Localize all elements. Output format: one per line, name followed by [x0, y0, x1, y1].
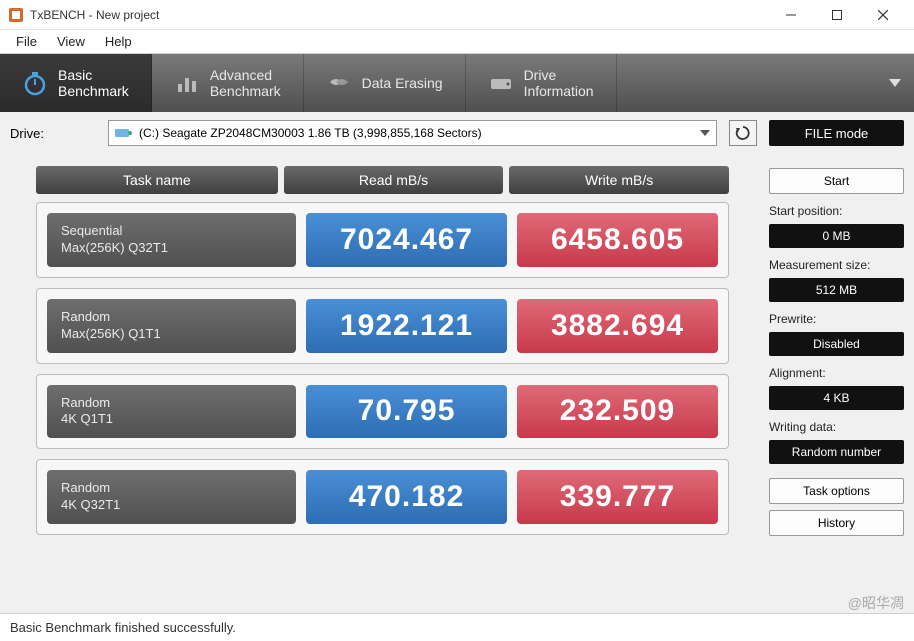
tab-label: Benchmark: [210, 83, 281, 99]
write-value: 232.509: [517, 385, 718, 439]
menu-file[interactable]: File: [6, 32, 47, 51]
tab-label: Advanced: [210, 67, 281, 83]
writing-data-value[interactable]: Random number: [769, 440, 904, 464]
drive-select[interactable]: (C:) Seagate ZP2048CM30003 1.86 TB (3,99…: [108, 120, 717, 146]
side-panel: Start Start position: 0 MB Measurement s…: [769, 166, 904, 545]
measurement-size-label: Measurement size:: [769, 254, 904, 272]
stopwatch-icon: [22, 70, 48, 96]
alignment-value[interactable]: 4 KB: [769, 386, 904, 410]
benchmark-table: Task name Read mB/s Write mB/s Sequentia…: [10, 166, 755, 545]
drive-icon: [115, 127, 133, 139]
start-position-value[interactable]: 0 MB: [769, 224, 904, 248]
drive-info-icon: [488, 70, 514, 96]
menu-help[interactable]: Help: [95, 32, 142, 51]
file-mode-button[interactable]: FILE mode: [769, 120, 904, 146]
menubar: File View Help: [0, 30, 914, 54]
tab-drive-information[interactable]: DriveInformation: [466, 54, 617, 112]
write-value: 339.777: [517, 470, 718, 524]
header-write: Write mB/s: [509, 166, 729, 194]
window-title: TxBENCH - New project: [30, 8, 768, 22]
benchmark-row: Random Max(256K) Q1T1 1922.121 3882.694: [36, 288, 729, 364]
tab-label: Information: [524, 83, 594, 99]
titlebar: TxBENCH - New project: [0, 0, 914, 30]
chevron-down-icon: [700, 130, 710, 136]
tab-label: Basic: [58, 67, 129, 83]
close-button[interactable]: [860, 0, 906, 30]
tab-advanced-benchmark[interactable]: AdvancedBenchmark: [152, 54, 304, 112]
erase-icon: [326, 70, 352, 96]
write-value: 3882.694: [517, 299, 718, 353]
prewrite-label: Prewrite:: [769, 308, 904, 326]
status-bar: Basic Benchmark finished successfully.: [0, 613, 914, 641]
bars-icon: [174, 70, 200, 96]
drive-selector-row: Drive: (C:) Seagate ZP2048CM30003 1.86 T…: [0, 112, 914, 156]
header-taskname: Task name: [36, 166, 278, 194]
tab-label: Data Erasing: [362, 75, 443, 91]
task-name-cell: Random 4K Q32T1: [47, 470, 296, 524]
prewrite-value[interactable]: Disabled: [769, 332, 904, 356]
alignment-label: Alignment:: [769, 362, 904, 380]
task-name-cell: Random Max(256K) Q1T1: [47, 299, 296, 353]
read-value: 70.795: [306, 385, 507, 439]
watermark: @昭华凋: [848, 593, 904, 613]
menu-view[interactable]: View: [47, 32, 95, 51]
writing-data-label: Writing data:: [769, 416, 904, 434]
maximize-button[interactable]: [814, 0, 860, 30]
tab-label: Drive: [524, 67, 594, 83]
tab-label: Benchmark: [58, 83, 129, 99]
minimize-button[interactable]: [768, 0, 814, 30]
drive-label: Drive:: [10, 126, 96, 141]
app-icon: [8, 7, 24, 23]
read-value: 7024.467: [306, 213, 507, 267]
tabbar: BasicBenchmark AdvancedBenchmark Data Er…: [0, 54, 914, 112]
start-position-label: Start position:: [769, 200, 904, 218]
drive-select-text: (C:) Seagate ZP2048CM30003 1.86 TB (3,99…: [139, 126, 482, 140]
task-name-cell: Random 4K Q1T1: [47, 385, 296, 439]
write-value: 6458.605: [517, 213, 718, 267]
drive-refresh-button[interactable]: [729, 120, 757, 146]
start-button[interactable]: Start: [769, 168, 904, 194]
measurement-size-value[interactable]: 512 MB: [769, 278, 904, 302]
tab-data-erasing[interactable]: Data Erasing: [304, 54, 466, 112]
task-name-cell: Sequential Max(256K) Q32T1: [47, 213, 296, 267]
benchmark-row: Random 4K Q32T1 470.182 339.777: [36, 459, 729, 535]
read-value: 470.182: [306, 470, 507, 524]
tab-dropdown-button[interactable]: [876, 54, 914, 112]
tab-basic-benchmark[interactable]: BasicBenchmark: [0, 54, 152, 112]
read-value: 1922.121: [306, 299, 507, 353]
task-options-button[interactable]: Task options: [769, 478, 904, 504]
history-button[interactable]: History: [769, 510, 904, 536]
benchmark-row: Sequential Max(256K) Q32T1 7024.467 6458…: [36, 202, 729, 278]
header-read: Read mB/s: [284, 166, 504, 194]
benchmark-row: Random 4K Q1T1 70.795 232.509: [36, 374, 729, 450]
